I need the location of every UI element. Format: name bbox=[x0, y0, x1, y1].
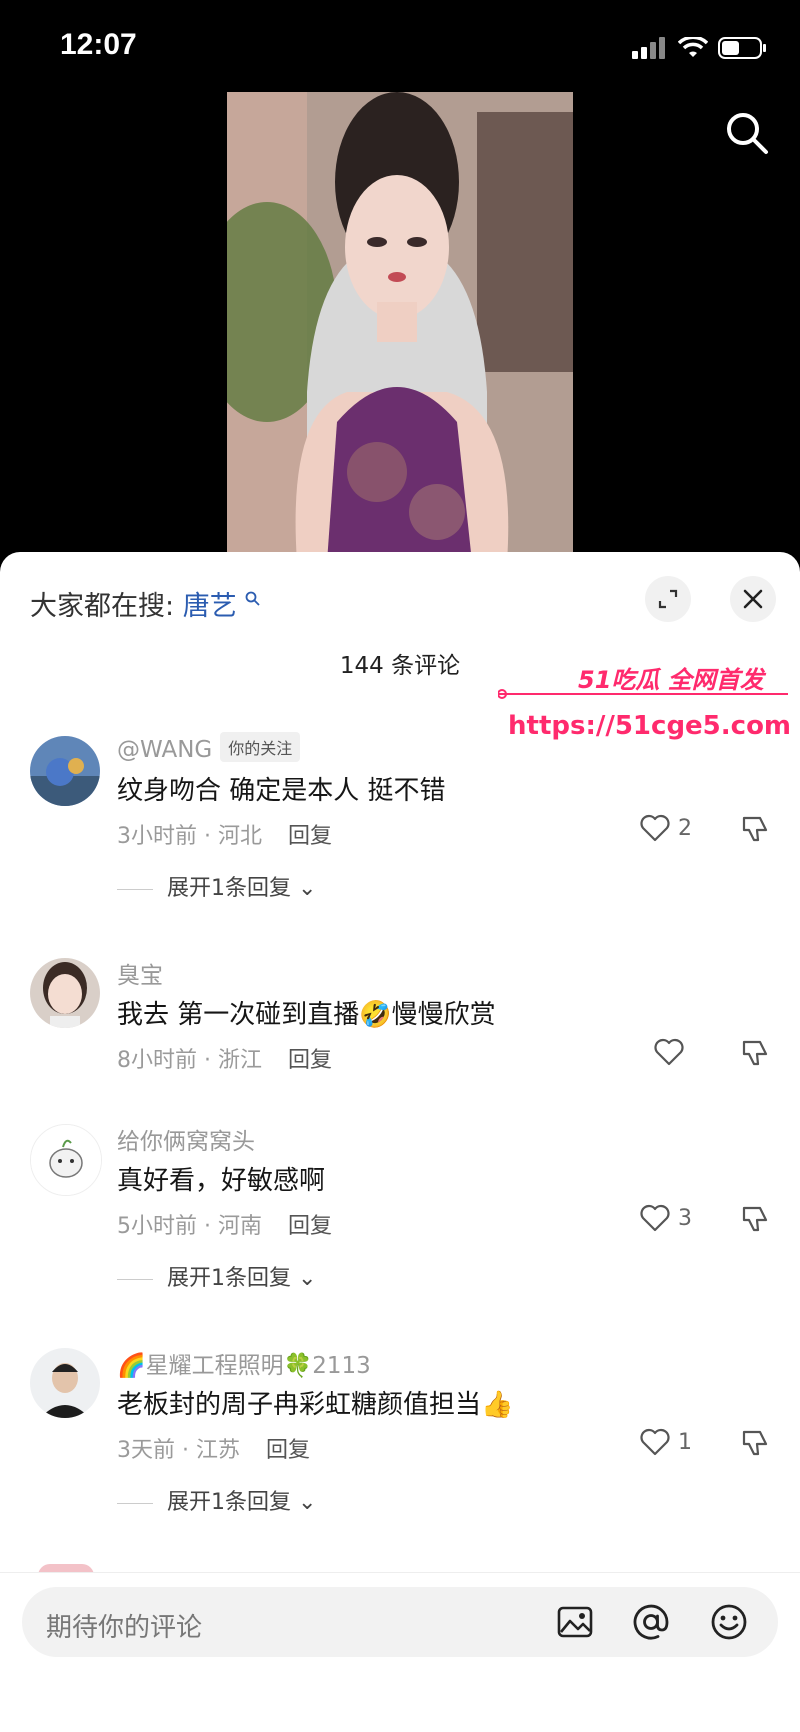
expand-label: 展开1条回复 bbox=[167, 1490, 291, 1515]
expand-button[interactable] bbox=[645, 576, 691, 622]
dislike-icon[interactable] bbox=[740, 814, 770, 844]
like-button[interactable]: 2 bbox=[640, 814, 692, 842]
expand-label: 展开1条回复 bbox=[167, 1266, 291, 1291]
search-small-icon bbox=[245, 591, 260, 606]
comment-sheet: 大家都在搜: 唐艺 144 条评论 51吃瓜 全网首发 https://51cg… bbox=[0, 552, 800, 1731]
video-frame bbox=[227, 92, 573, 562]
comment-text: 老板封的周子冉彩虹糖颜值担当👍 bbox=[117, 1390, 514, 1420]
watermark: 51吃瓜 全网首发 https://51cge5.com bbox=[498, 666, 791, 741]
watermark-line2: https://51cge5.com bbox=[508, 711, 791, 741]
expand-replies[interactable]: 展开1条回复 ⌄ bbox=[117, 870, 316, 902]
divider bbox=[117, 1502, 153, 1504]
signal-icon bbox=[632, 37, 665, 59]
hot-search-keyword[interactable]: 唐艺 bbox=[183, 591, 237, 622]
comment-text: 我去 第一次碰到直播🤣慢慢欣赏 bbox=[117, 1000, 496, 1030]
hot-search-prefix: 大家都在搜: bbox=[30, 591, 175, 622]
comment-text: 真好看，好敏感啊 bbox=[117, 1166, 326, 1196]
comment-meta: 3小时前 · 河北 回复 bbox=[117, 818, 332, 850]
comment-time: 5小时前 · 河南 bbox=[117, 1214, 262, 1239]
expand-label: 展开1条回复 bbox=[167, 876, 291, 901]
avatar[interactable] bbox=[30, 736, 100, 806]
avatar[interactable] bbox=[30, 1124, 102, 1196]
comment-meta: 3天前 · 江苏 回复 bbox=[117, 1432, 310, 1464]
expand-replies[interactable]: 展开1条回复 ⌄ bbox=[117, 1260, 316, 1292]
reply-button[interactable]: 回复 bbox=[266, 1438, 310, 1463]
comment-time: 3天前 · 江苏 bbox=[117, 1438, 240, 1463]
expand-icon bbox=[658, 589, 678, 609]
heart-icon bbox=[640, 814, 670, 842]
like-count: 3 bbox=[678, 1205, 692, 1231]
username-text: @WANG bbox=[117, 737, 213, 763]
hot-search[interactable]: 大家都在搜: 唐艺 bbox=[30, 584, 261, 623]
divider bbox=[117, 888, 153, 890]
like-button[interactable] bbox=[654, 1038, 692, 1066]
video-preview[interactable] bbox=[227, 92, 573, 562]
status-time: 12:07 bbox=[60, 28, 137, 61]
avatar[interactable] bbox=[30, 1348, 100, 1418]
like-button[interactable]: 3 bbox=[640, 1204, 692, 1232]
dislike-icon[interactable] bbox=[740, 1204, 770, 1234]
at-icon[interactable] bbox=[632, 1603, 670, 1641]
comment-username[interactable]: @WANG 你的关注 bbox=[117, 732, 301, 763]
reply-button[interactable]: 回复 bbox=[288, 1214, 332, 1239]
dislike-icon[interactable] bbox=[740, 1428, 770, 1458]
expand-replies[interactable]: 展开1条回复 ⌄ bbox=[117, 1484, 316, 1516]
heart-icon bbox=[640, 1428, 670, 1456]
battery-icon bbox=[718, 37, 766, 59]
comment-input-bar: 期待你的评论 bbox=[0, 1572, 800, 1732]
like-count: 2 bbox=[678, 815, 692, 841]
heart-icon bbox=[654, 1038, 684, 1066]
comment-input-placeholder: 期待你的评论 bbox=[46, 1613, 203, 1643]
status-bar: 12:07 bbox=[0, 0, 800, 92]
search-icon[interactable] bbox=[724, 110, 770, 156]
comment-username[interactable]: 臭宝 bbox=[117, 956, 163, 990]
comment-meta: 8小时前 · 浙江 回复 bbox=[117, 1042, 332, 1074]
divider bbox=[117, 1278, 153, 1280]
avatar[interactable] bbox=[30, 958, 100, 1028]
wifi-icon bbox=[678, 37, 708, 57]
comment-input[interactable]: 期待你的评论 bbox=[22, 1587, 778, 1657]
reply-button[interactable]: 回复 bbox=[288, 1048, 332, 1073]
close-icon bbox=[743, 589, 763, 609]
status-icons bbox=[632, 36, 768, 60]
watermark-line1: 51吃瓜 全网首发 bbox=[578, 666, 767, 694]
comment-username[interactable]: 给你俩窝窝头 bbox=[117, 1122, 255, 1156]
close-button[interactable] bbox=[730, 576, 776, 622]
comment-username[interactable]: 🌈星耀工程照明🍀2113 bbox=[117, 1346, 371, 1380]
like-count: 1 bbox=[678, 1429, 692, 1455]
image-icon[interactable] bbox=[556, 1603, 594, 1641]
emoji-icon[interactable] bbox=[710, 1603, 748, 1641]
reply-button[interactable]: 回复 bbox=[288, 824, 332, 849]
comment-time: 8小时前 · 浙江 bbox=[117, 1048, 262, 1073]
like-button[interactable]: 1 bbox=[640, 1428, 692, 1456]
comment-text: 纹身吻合 确定是本人 挺不错 bbox=[117, 776, 446, 806]
following-tag: 你的关注 bbox=[220, 732, 301, 762]
comment-time: 3小时前 · 河北 bbox=[117, 824, 262, 849]
comment-meta: 5小时前 · 河南 回复 bbox=[117, 1208, 332, 1240]
chevron-down-icon: ⌄ bbox=[291, 1266, 317, 1291]
heart-icon bbox=[640, 1204, 670, 1232]
chevron-down-icon: ⌄ bbox=[291, 1490, 317, 1515]
chevron-down-icon: ⌄ bbox=[291, 876, 317, 901]
dislike-icon[interactable] bbox=[740, 1038, 770, 1068]
